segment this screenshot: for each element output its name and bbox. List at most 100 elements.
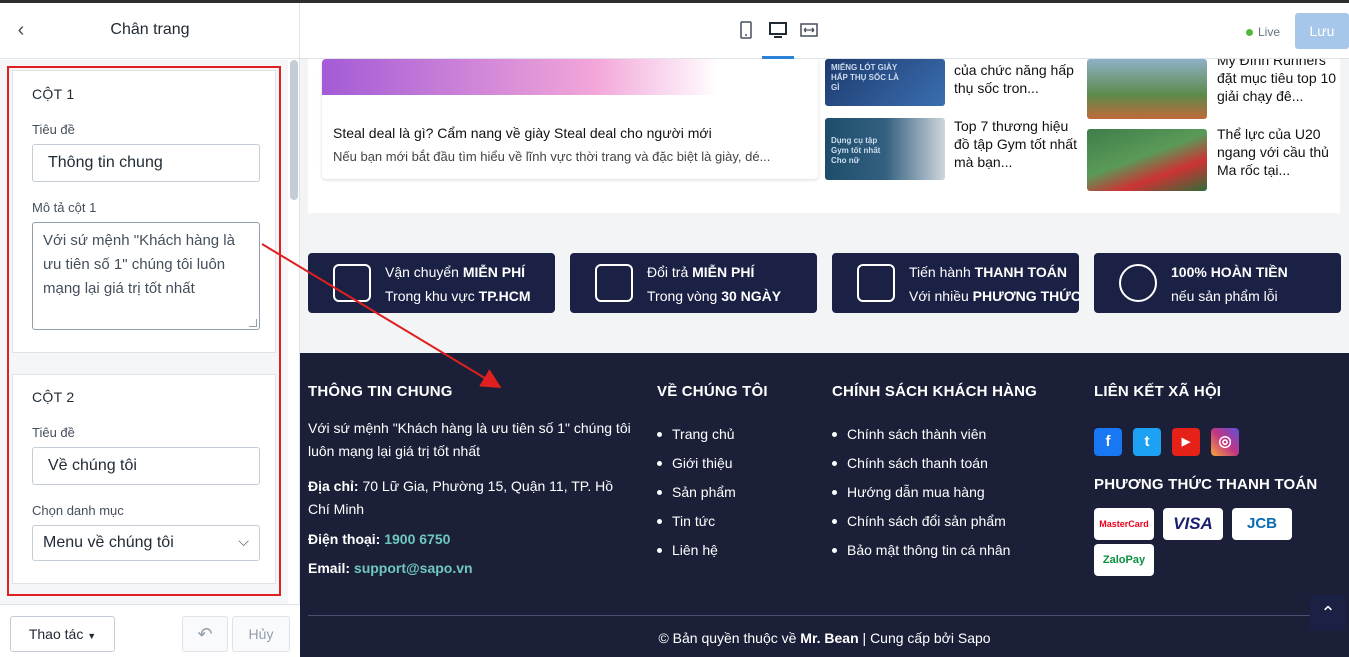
panel-footer: Thao tác ▼ ↶ Hủy bbox=[0, 604, 300, 657]
column-2-menu-select[interactable]: Menu về chúng tôi ⌵ bbox=[32, 525, 260, 561]
resize-grip-icon[interactable] bbox=[249, 319, 257, 327]
feature-text-bold: MIỄN PHÍ bbox=[462, 264, 526, 280]
feature-text: nếu sản phẩm lỗi bbox=[1171, 288, 1278, 304]
visa-logo: VISA bbox=[1163, 508, 1223, 540]
delivery-icon bbox=[333, 264, 371, 302]
live-dot-icon bbox=[1246, 29, 1253, 36]
footer-phone: Điện thoại: 1900 6750 bbox=[308, 528, 450, 551]
feature-text-bold: TP.HCM bbox=[478, 288, 531, 304]
article-title[interactable]: của chức năng hấp thụ sốc tron... bbox=[954, 61, 1079, 97]
footer-link[interactable]: Trang chủ bbox=[657, 426, 736, 455]
footer-col4-title: LIÊN KẾT XÃ HỘI bbox=[1094, 383, 1222, 400]
article-thumbnail[interactable] bbox=[1087, 59, 1207, 119]
column-2-menu-label: Chọn danh mục bbox=[32, 503, 124, 518]
footer-link[interactable]: Giới thiệu bbox=[657, 455, 736, 484]
copyright-brand[interactable]: Mr. Bean bbox=[800, 630, 858, 646]
thumbnail-text: Dụng cụ tập Gym tốt nhất Cho nữ bbox=[831, 136, 881, 165]
footer-email: Email: support@sapo.vn bbox=[308, 557, 473, 580]
feature-free-shipping: Vận chuyển MIỄN PHÍ Trong khu vực TP.HCM bbox=[308, 253, 555, 313]
featured-article-card[interactable]: Steal deal là gì? Cẩm nang về giày Steal… bbox=[322, 59, 818, 179]
footer-col3-title: CHÍNH SÁCH KHÁCH HÀNG bbox=[832, 383, 1038, 400]
facebook-icon[interactable]: f bbox=[1094, 428, 1122, 456]
column-1-desc-textarea[interactable]: Với sứ mệnh "Khách hàng là ưu tiên số 1"… bbox=[32, 222, 260, 330]
zalopay-logo: ZaloPay bbox=[1094, 544, 1154, 576]
chevron-down-icon: ⌵ bbox=[238, 533, 249, 549]
column-1-desc-text: Với sứ mệnh "Khách hàng là ưu tiên số 1"… bbox=[43, 232, 235, 297]
undo-button[interactable]: ↶ bbox=[182, 616, 228, 652]
article-title[interactable]: Mỹ Đình Runners đặt mục tiêu top 10 giải… bbox=[1217, 59, 1342, 105]
feature-refund: 100% HOÀN TIỀN nếu sản phẩm lỗi bbox=[1094, 253, 1341, 313]
panel-title: Chân trang bbox=[110, 21, 190, 38]
column-1-section: CỘT 1 Tiêu đề Thông tin chung Mô tả cột … bbox=[12, 70, 276, 353]
footer-payment-title: PHƯƠNG THỨC THANH TOÁN bbox=[1094, 476, 1318, 493]
featured-article-image bbox=[322, 59, 818, 95]
chevron-up-icon: ⌃ bbox=[1320, 603, 1336, 623]
feature-text-bold: THANH TOÁN bbox=[974, 264, 1067, 280]
footer-address: Địa chỉ: 70 Lữ Gia, Phường 15, Quận 11, … bbox=[308, 475, 633, 521]
feature-text-bold: 100% HOÀN TIỀN bbox=[1171, 264, 1288, 280]
feature-text-bold: 30 NGÀY bbox=[721, 288, 782, 304]
column-1-desc-label: Mô tả cột 1 bbox=[32, 200, 97, 215]
feature-text: Trong vòng bbox=[647, 288, 722, 304]
instagram-icon[interactable]: ◎ bbox=[1211, 428, 1239, 456]
article-thumbnail[interactable]: Dụng cụ tập Gym tốt nhất Cho nữ bbox=[825, 118, 945, 180]
column-2-section: CỘT 2 Tiêu đề Về chúng tôi Chọn danh mục… bbox=[12, 374, 276, 584]
featured-article-desc: Nếu bạn mới bắt đầu tìm hiểu về lĩnh vực… bbox=[333, 149, 771, 164]
featured-article-title[interactable]: Steal deal là gì? Cẩm nang về giày Steal… bbox=[333, 125, 712, 141]
panel-body: CỘT 1 Tiêu đề Thông tin chung Mô tả cột … bbox=[0, 60, 288, 604]
feature-line-1: Tiến hành THANH TOÁN bbox=[909, 264, 1067, 280]
column-1-title-input[interactable]: Thông tin chung bbox=[32, 144, 260, 182]
copyright-prefix: © Bản quyền thuộc về bbox=[658, 630, 801, 646]
footer-col3-list: Chính sách thành viên Chính sách thanh t… bbox=[832, 426, 1010, 571]
actions-dropdown-button[interactable]: Thao tác ▼ bbox=[10, 616, 115, 652]
feature-line-2: Trong vòng 30 NGÀY bbox=[647, 288, 781, 304]
feature-text-bold: MIỄN PHÍ bbox=[692, 264, 755, 280]
feature-text: Tiến hành bbox=[909, 264, 975, 280]
article-thumbnail[interactable]: MIẾNG LÓT GIÀY HẤP THỤ SỐC LÀ GÌ bbox=[825, 59, 945, 106]
footer-link[interactable]: Chính sách đổi sản phẩm bbox=[832, 513, 1010, 542]
column-2-menu-value: Menu về chúng tôi bbox=[43, 534, 174, 551]
feature-line-2: nếu sản phẩm lỗi bbox=[1171, 288, 1278, 304]
feature-payment: Tiến hành THANH TOÁN Với nhiều PHƯƠNG TH… bbox=[832, 253, 1081, 313]
article-title[interactable]: Thể lực của U20 ngang với cầu thủ Ma rốc… bbox=[1217, 125, 1342, 179]
footer-link[interactable]: Chính sách thanh toán bbox=[832, 455, 1010, 484]
footer-link[interactable]: Bảo mật thông tin cá nhân bbox=[832, 542, 1010, 571]
column-2-title-input[interactable]: Về chúng tôi bbox=[32, 447, 260, 485]
feature-text: Với nhiều bbox=[909, 288, 973, 304]
footer-link[interactable]: Tin tức bbox=[657, 513, 736, 542]
email-label: Email: bbox=[308, 560, 351, 576]
refund-icon bbox=[1119, 264, 1157, 302]
column-2-heading: CỘT 2 bbox=[32, 389, 75, 405]
footer-link[interactable]: Sản phẩm bbox=[657, 484, 736, 513]
article-title[interactable]: Top 7 thương hiệu đồ tập Gym tốt nhất mà… bbox=[954, 117, 1079, 171]
feature-line-1: Vận chuyển MIỄN PHÍ bbox=[385, 264, 525, 280]
footer-col1-title: THÔNG TIN CHUNG bbox=[308, 383, 453, 400]
youtube-icon[interactable]: ▶ bbox=[1172, 428, 1200, 456]
feature-line-2: Trong khu vực TP.HCM bbox=[385, 288, 531, 304]
footer-link[interactable]: Liên hệ bbox=[657, 542, 736, 571]
save-button[interactable]: Lưu bbox=[1295, 13, 1349, 49]
jcb-logo: JCB bbox=[1232, 508, 1292, 540]
fullwidth-icon[interactable] bbox=[799, 21, 819, 41]
mobile-icon[interactable] bbox=[736, 21, 756, 41]
settings-panel: ‹ Chân trang CỘT 1 Tiêu đề Thông tin chu… bbox=[0, 3, 300, 657]
footer-link[interactable]: Hướng dẫn mua hàng bbox=[832, 484, 1010, 513]
desktop-icon[interactable] bbox=[768, 21, 788, 41]
scroll-to-top-button[interactable]: ⌃ bbox=[1310, 595, 1346, 631]
phone-link[interactable]: 1900 6750 bbox=[384, 531, 450, 547]
footer-col2-title: VỀ CHÚNG TÔI bbox=[657, 383, 768, 400]
footer-link[interactable]: Chính sách thành viên bbox=[832, 426, 1010, 455]
twitter-icon[interactable]: t bbox=[1133, 428, 1161, 456]
cancel-button[interactable]: Hủy bbox=[232, 616, 290, 652]
copyright-suffix: | Cung cấp bởi Sapo bbox=[858, 630, 991, 646]
article-thumbnail[interactable] bbox=[1087, 129, 1207, 191]
feature-line-1: Đổi trả MIỄN PHÍ bbox=[647, 264, 754, 280]
email-link[interactable]: support@sapo.vn bbox=[354, 560, 473, 576]
feature-free-return: Đổi trả MIỄN PHÍ Trong vòng 30 NGÀY bbox=[570, 253, 817, 313]
panel-scrollbar[interactable] bbox=[290, 60, 298, 200]
box-icon bbox=[595, 264, 633, 302]
undo-icon: ↶ bbox=[197, 624, 213, 644]
footer-col1-desc: Với sứ mệnh "Khách hàng là ưu tiên số 1"… bbox=[308, 420, 631, 459]
feature-text: Đổi trả bbox=[647, 264, 693, 280]
address-label: Địa chỉ: bbox=[308, 478, 359, 494]
